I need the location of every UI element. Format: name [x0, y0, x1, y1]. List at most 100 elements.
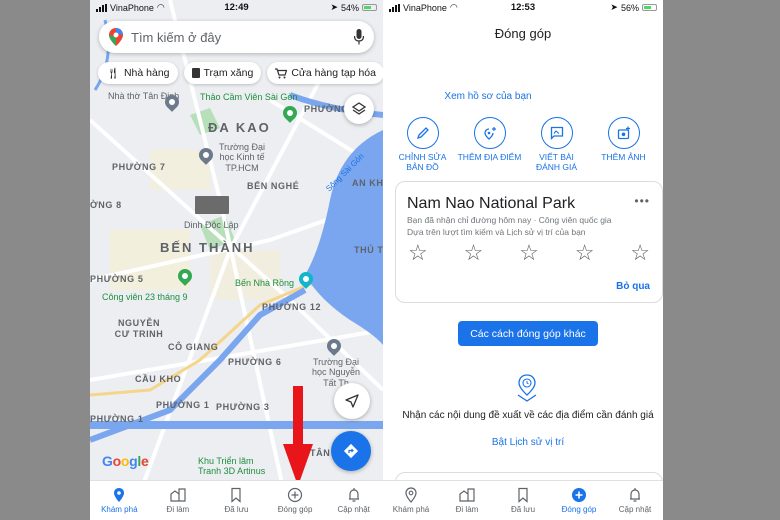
action-label: VIẾT BÀI ĐÁNH GIÁ — [535, 152, 578, 172]
map-label-phuong-7: PHƯỜNG 7 — [112, 162, 166, 172]
map-label-cong-vien[interactable]: Công viên 23 tháng 9 — [102, 292, 188, 302]
map-label-phuong-6: PHƯỜNG 6 — [228, 357, 282, 367]
layers-button[interactable] — [344, 94, 374, 124]
map-label-co-giang: CÔ GIANG — [168, 342, 219, 352]
map-label-phuong: PHƯỜNG — [304, 104, 349, 114]
star-1-icon[interactable]: ☆ — [408, 242, 428, 264]
star-3-icon[interactable]: ☆ — [519, 242, 539, 264]
star-rating: ☆ ☆ ☆ ☆ ☆ — [408, 242, 650, 264]
plus-circle-icon — [572, 488, 586, 502]
place-subtitle: Bạn đã nhận chỉ đường hôm nay · Công viê… — [407, 215, 612, 225]
contribution-actions: CHỈNH SỬA BẢN ĐỒ THÊM ĐỊA ĐIỂM VIẾT BÀI … — [389, 117, 663, 173]
tab-commute[interactable]: Đi làm — [439, 481, 495, 520]
battery-icon — [362, 4, 378, 11]
add-photo-button[interactable]: THÊM ẢNH — [590, 117, 657, 173]
gas-pump-icon — [191, 68, 200, 78]
write-review-button[interactable]: VIẾT BÀI ĐÁNH GIÁ — [523, 117, 590, 173]
tab-updates[interactable]: Cập nhật — [607, 481, 663, 520]
map-label-ben-nghe: BẾN NGHÉ — [247, 181, 300, 191]
add-photo-icon — [617, 126, 630, 140]
tab-contribute[interactable]: Đóng góp — [266, 481, 325, 520]
chip-groceries[interactable]: Cửa hàng tạp hóa — [267, 62, 383, 84]
more-options-icon[interactable]: ••• — [634, 194, 650, 208]
location-history-icon — [517, 374, 537, 402]
battery-icon — [641, 4, 657, 11]
review-icon — [550, 126, 563, 140]
tab-contribute[interactable]: Đóng góp — [551, 481, 607, 520]
star-4-icon[interactable]: ☆ — [575, 242, 595, 264]
place-name[interactable]: Nam Nao National Park — [407, 195, 575, 213]
tab-label: Đã lưu — [224, 505, 249, 514]
map-label-thao-cam-vien[interactable]: Thảo Cầm Viên Sài Gòn — [200, 92, 297, 102]
tab-label: Cập nhật — [337, 505, 370, 514]
my-location-button[interactable] — [334, 383, 370, 419]
enable-location-history-link[interactable]: Bật Lịch sử vị trí — [383, 437, 663, 448]
other-ways-to-contribute-button[interactable]: Các cách đóng góp khác — [458, 321, 598, 346]
tab-label: Đóng góp — [277, 505, 313, 514]
fork-knife-icon: 🍴︎ — [106, 67, 120, 80]
map-label-an-khanh: AN KH — [352, 178, 383, 188]
search-bar[interactable]: Tìm kiếm ở đây — [99, 21, 374, 53]
map-label-truong-kinh-te[interactable]: Trường Đại học Kinh tế TP.HCM — [216, 142, 268, 173]
map-label-cau-kho: CẦU KHO — [135, 374, 182, 384]
action-label: THÊM ĐỊA ĐIỂM — [457, 152, 522, 162]
review-suggestion-card: Nam Nao National Park ••• Bạn đã nhận ch… — [395, 181, 663, 303]
directions-button[interactable] — [331, 431, 371, 471]
tab-saved[interactable]: Đã lưu — [495, 481, 551, 520]
edit-map-button[interactable]: CHỈNH SỬA BẢN ĐỒ — [389, 117, 456, 173]
chip-label: Trạm xăng — [203, 67, 254, 79]
map-label-phuong-3: PHƯỜNG 3 — [216, 402, 270, 412]
add-place-icon — [483, 127, 496, 140]
location-icon: ➤ — [610, 2, 618, 12]
page-title: Đóng góp — [494, 26, 552, 41]
star-2-icon[interactable]: ☆ — [464, 242, 484, 264]
skip-button[interactable]: Bỏ qua — [616, 281, 650, 292]
map-label-khu-trien-lam[interactable]: Khu Triển lãm Tranh 3D Artinus — [198, 456, 278, 477]
pencil-icon — [416, 127, 429, 140]
chip-restaurants[interactable]: 🍴︎ Nhà hàng — [98, 62, 178, 84]
google-logo: Google — [102, 453, 149, 469]
tab-label: Đã lưu — [510, 505, 536, 514]
map-label-ben-nha-rong[interactable]: Bến Nhà Rồng — [235, 278, 294, 288]
tab-label: Đóng góp — [561, 505, 597, 514]
battery-percent: 56% — [620, 2, 639, 13]
carrier-name: VinaPhone — [110, 2, 154, 13]
chip-label: Cửa hàng tạp hóa — [291, 67, 376, 79]
map-label-dinh-doc-lap[interactable]: Dinh Độc Lập — [184, 220, 239, 230]
tab-saved[interactable]: Đã lưu — [207, 481, 266, 520]
star-5-icon[interactable]: ☆ — [630, 242, 650, 264]
place-reason: Dựa trên lượt tìm kiếm và Lịch sử vị trí… — [407, 227, 586, 237]
layers-icon — [352, 102, 366, 115]
tab-label: Khám phá — [392, 505, 430, 514]
map-label-ben-thanh: BẾN THÀNH — [160, 240, 255, 255]
tab-commute[interactable]: Đi làm — [149, 481, 208, 520]
map-label-phuong-8: ỜNG 8 — [90, 200, 122, 210]
view-profile-link[interactable]: Xem hồ sơ của bạn — [383, 91, 593, 102]
action-label: CHỈNH SỬA BẢN ĐỒ — [398, 152, 447, 172]
suggestion-description: Nhận các nội dung đề xuất về các địa điể… — [402, 410, 654, 421]
bottom-tab-bar: Khám phá Đi làm Đã lưu Đóng góp Cập nhật — [90, 480, 383, 520]
add-place-button[interactable]: THÊM ĐỊA ĐIỂM — [456, 117, 523, 173]
pin-icon — [114, 488, 125, 502]
plus-circle-icon — [287, 487, 303, 503]
tab-label: Đi làm — [166, 505, 190, 514]
wifi-icon: ◠ — [449, 2, 458, 12]
tab-label: Đi làm — [455, 505, 479, 514]
tab-updates[interactable]: Cập nhật — [324, 481, 383, 520]
clock: 12:49 — [224, 2, 249, 13]
bell-icon — [348, 488, 359, 502]
pin-icon — [405, 487, 417, 503]
navigation-arrow-icon — [345, 394, 359, 408]
tab-explore[interactable]: Khám phá — [383, 481, 439, 520]
chip-gas-stations[interactable]: Trạm xăng — [183, 62, 262, 84]
tab-label: Cập nhật — [618, 505, 652, 514]
microphone-icon[interactable] — [354, 29, 364, 45]
search-input[interactable]: Tìm kiếm ở đây — [131, 30, 354, 45]
carrier-name: VinaPhone — [403, 2, 447, 13]
tab-label: Khám phá — [101, 505, 138, 514]
building-icon — [170, 488, 186, 502]
cart-icon — [275, 67, 288, 78]
bookmark-icon — [518, 487, 528, 503]
map-label-tan: TÂN — [310, 448, 331, 458]
tab-explore[interactable]: Khám phá — [90, 481, 149, 520]
